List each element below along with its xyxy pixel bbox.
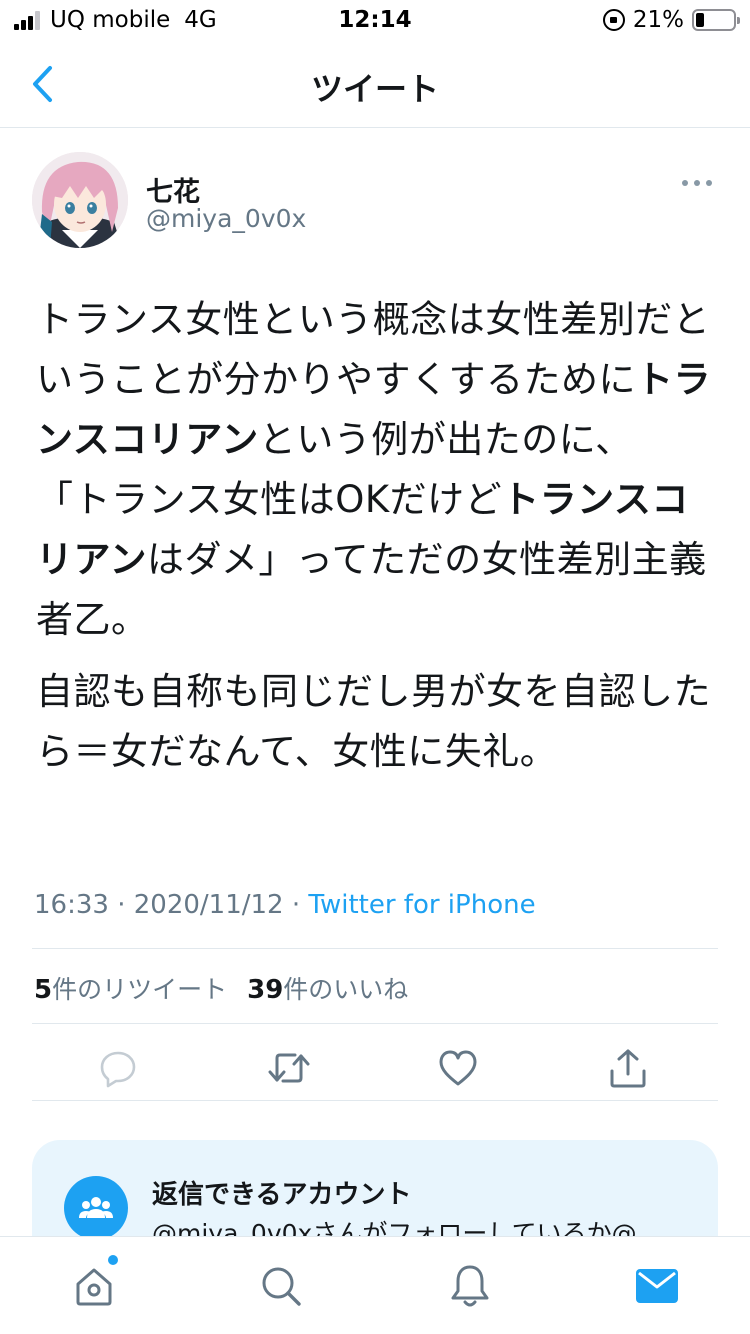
tweet-time: 16:33 (34, 890, 109, 920)
people-icon (64, 1176, 128, 1240)
author-handle[interactable]: @miya_0v0x (146, 204, 306, 233)
tweet-stats: 5件のリツイート 39件のいいね (34, 970, 408, 1006)
tab-home[interactable] (64, 1255, 124, 1313)
tab-bar (0, 1236, 750, 1334)
retweet-stat[interactable]: 5件のリツイート (34, 975, 228, 1005)
tweet-date: 2020/11/12 (133, 890, 284, 920)
reply-icon (100, 1051, 136, 1088)
battery-percent: 21% (632, 7, 684, 33)
divider (32, 1023, 718, 1024)
tweet-source-link[interactable]: Twitter for iPhone (308, 890, 535, 920)
retweet-icon (268, 1053, 310, 1083)
reply-button[interactable] (88, 1040, 148, 1096)
divider (32, 948, 718, 949)
notification-dot (108, 1255, 118, 1265)
like-label: 件のいいね (283, 975, 409, 1004)
home-icon (76, 1268, 112, 1306)
chevron-left-icon (33, 66, 52, 102)
retweet-count: 5 (34, 975, 53, 1005)
mail-icon (636, 1269, 678, 1303)
like-stat[interactable]: 39件のいいね (247, 975, 409, 1005)
retweet-label: 件のリツイート (52, 975, 228, 1004)
tweet-paragraph: 自認も自称も同じだし男が女を自認したら＝女だなんて、女性に失礼。 (36, 662, 726, 782)
like-button[interactable] (428, 1040, 488, 1096)
tab-messages[interactable] (627, 1259, 687, 1313)
tab-search[interactable] (251, 1259, 311, 1313)
page-title: ツイート (310, 70, 439, 108)
tweet-text: トランス女性という概念は女性差別だということが分かりやすくするためにトランスコリ… (36, 290, 726, 794)
status-bar: UQ mobile 4G 12:14 21% (0, 0, 750, 40)
rotation-lock-icon (602, 9, 625, 31)
more-dot (706, 180, 712, 186)
share-icon (610, 1049, 646, 1088)
tweet-text-run: 自認も自称も同じだし男が女を自認したら＝女だなんて、女性に失礼。 (36, 670, 711, 773)
reply-restriction-title: 返信できるアカウント (152, 1180, 412, 1210)
search-icon (262, 1267, 301, 1306)
share-button[interactable] (598, 1040, 658, 1096)
meta-separator: · (291, 890, 301, 920)
battery-level-fill (696, 13, 704, 27)
like-count: 39 (247, 975, 284, 1005)
tweet-text-run: トランス女性という概念は女性差別だということが分かりやすくするために (36, 298, 711, 401)
avatar-image (32, 152, 128, 248)
retweet-button[interactable] (259, 1040, 319, 1096)
divider (32, 1100, 718, 1101)
tweet-paragraph: トランス女性という概念は女性差別だということが分かりやすくするためにトランスコリ… (36, 290, 726, 650)
more-dot (682, 180, 688, 186)
tweet-text-run: 「トランス女性はOKだけど (36, 478, 503, 521)
back-button[interactable] (20, 60, 64, 108)
navigation-bar: ツイート (0, 40, 750, 128)
meta-separator: · (117, 890, 126, 920)
battery-icon (692, 9, 740, 31)
heart-icon (439, 1050, 477, 1086)
avatar[interactable] (32, 152, 128, 248)
more-dot (694, 180, 700, 186)
more-options-button[interactable] (678, 176, 716, 190)
status-right: 21% (602, 7, 740, 33)
tweet-meta: 16:33 · 2020/11/12 · Twitter for iPhone (34, 890, 536, 920)
tweet-text-run: という例が出たのに、 (258, 418, 633, 461)
tweet-actions (0, 1040, 750, 1096)
tab-notifications[interactable] (440, 1259, 500, 1313)
bell-icon (451, 1265, 489, 1307)
